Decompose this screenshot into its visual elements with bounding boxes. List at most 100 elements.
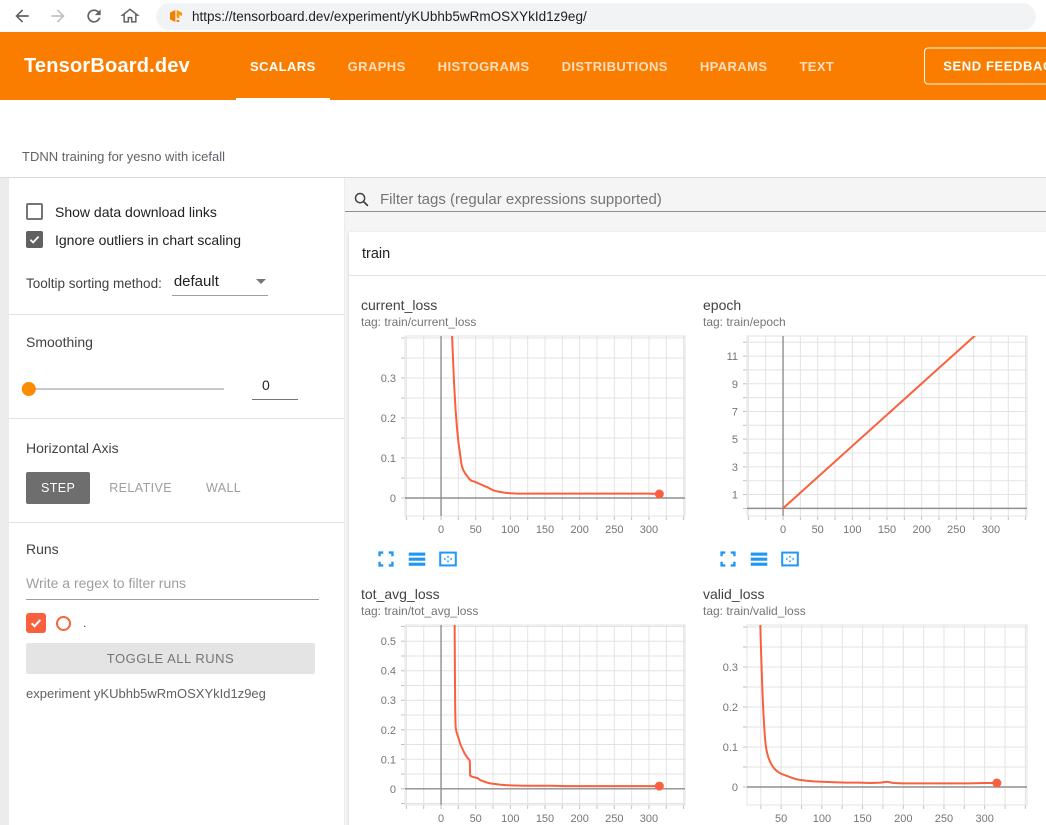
svg-text:0.3: 0.3 <box>723 662 738 674</box>
svg-text:0.2: 0.2 <box>381 725 396 737</box>
chart-tag: tag: train/valid_loss <box>703 604 1045 618</box>
tooltip-sorting-select[interactable]: default <box>172 271 268 296</box>
data-series-icon[interactable] <box>406 548 428 570</box>
svg-text:11: 11 <box>727 351 738 363</box>
svg-text:300: 300 <box>982 524 1000 536</box>
tab-hparams[interactable]: HPARAMS <box>684 32 784 100</box>
experiment-id-caption: experiment yKUbhb5wRmOSXYkId1z9eg <box>26 686 322 701</box>
divider <box>0 522 344 523</box>
back-icon[interactable] <box>12 6 32 26</box>
tab-distributions[interactable]: DISTRIBUTIONS <box>546 32 684 100</box>
chart-title: current_loss <box>361 297 703 313</box>
data-series-icon[interactable] <box>748 548 770 570</box>
runs-regex-input[interactable] <box>26 571 319 600</box>
svg-text:200: 200 <box>894 813 912 825</box>
checkbox-checked-icon[interactable] <box>26 231 43 248</box>
sidebar-scrollbar[interactable] <box>0 178 9 825</box>
experiment-title: TDNN training for yesno with icefall <box>22 149 225 164</box>
svg-text:300: 300 <box>640 524 658 536</box>
chart-tag: tag: train/tot_avg_loss <box>361 604 703 618</box>
svg-text:50: 50 <box>470 524 482 536</box>
svg-text:0: 0 <box>780 524 786 536</box>
svg-text:0.5: 0.5 <box>381 636 396 648</box>
address-bar[interactable]: https://tensorboard.dev/experiment/yKUbh… <box>156 3 1036 30</box>
run-color-ring-icon[interactable] <box>56 616 71 631</box>
svg-text:5: 5 <box>732 434 738 446</box>
top-nav: SCALARS GRAPHS HISTOGRAMS DISTRIBUTIONS … <box>234 32 850 100</box>
horizontal-axis-buttons: STEP RELATIVE WALL <box>26 472 322 504</box>
step-button[interactable]: STEP <box>26 472 90 504</box>
fullscreen-icon[interactable] <box>717 548 739 570</box>
tab-histograms[interactable]: HISTOGRAMS <box>422 32 546 100</box>
ignore-outliers-checkbox-row[interactable]: Ignore outliers in chart scaling <box>26 231 322 248</box>
svg-text:0.1: 0.1 <box>381 453 396 465</box>
slider-thumb[interactable] <box>22 382 36 396</box>
divider <box>0 418 344 419</box>
svg-text:0.3: 0.3 <box>381 695 396 707</box>
svg-text:9: 9 <box>732 379 738 391</box>
run-name: . <box>83 616 86 630</box>
checkbox-label: Ignore outliers in chart scaling <box>55 232 241 248</box>
search-icon <box>353 191 370 208</box>
chart-card-valid-loss: valid_loss tag: train/valid_loss 5010015… <box>703 586 1045 825</box>
tab-scalars[interactable]: SCALARS <box>234 32 332 100</box>
smoothing-label: Smoothing <box>26 334 322 350</box>
fullscreen-icon[interactable] <box>375 548 397 570</box>
svg-text:0.2: 0.2 <box>381 413 396 425</box>
tab-text[interactable]: TEXT <box>783 32 850 100</box>
fit-domain-icon[interactable] <box>437 548 459 570</box>
svg-text:3: 3 <box>732 462 738 474</box>
svg-text:250: 250 <box>947 524 965 536</box>
wall-button[interactable]: WALL <box>191 472 256 504</box>
svg-text:200: 200 <box>570 524 588 536</box>
runs-label: Runs <box>26 541 322 557</box>
smoothing-slider-row: 0 <box>26 377 322 400</box>
fit-domain-icon[interactable] <box>779 548 801 570</box>
show-download-links-checkbox-row[interactable]: Show data download links <box>26 203 322 220</box>
relative-button[interactable]: RELATIVE <box>94 472 187 504</box>
smoothing-slider[interactable] <box>26 388 224 390</box>
svg-text:250: 250 <box>605 813 623 825</box>
forward-icon[interactable] <box>48 6 68 26</box>
tooltip-sorting-label: Tooltip sorting method: <box>26 276 162 291</box>
chart-tag: tag: train/epoch <box>703 315 1045 329</box>
send-feedback-button[interactable]: SEND FEEDBACK <box>924 48 1046 85</box>
tag-group-card: train current_loss tag: train/current_lo… <box>349 232 1046 825</box>
run-checkbox-checked-icon[interactable] <box>26 613 46 633</box>
svg-text:0: 0 <box>390 784 396 796</box>
app-brand: TensorBoard.dev <box>24 55 190 78</box>
url-text: https://tensorboard.dev/experiment/yKUbh… <box>192 9 587 24</box>
svg-text:0.1: 0.1 <box>723 742 738 754</box>
chart-actions <box>703 548 1045 570</box>
home-icon[interactable] <box>120 6 140 26</box>
svg-text:50: 50 <box>775 813 787 825</box>
svg-text:0.2: 0.2 <box>723 702 738 714</box>
smoothing-value[interactable]: 0 <box>252 377 298 400</box>
svg-text:0: 0 <box>438 813 444 825</box>
chart-actions <box>361 548 703 570</box>
tag-filter-input[interactable] <box>380 191 1046 208</box>
line-chart[interactable]: 0501001502002503001357911 <box>703 332 1045 543</box>
reload-icon[interactable] <box>84 6 104 26</box>
chart-title: valid_loss <box>703 586 1045 602</box>
tag-group-title[interactable]: train <box>349 232 1046 276</box>
line-chart[interactable]: 5010015020025030000.10.20.3 <box>703 621 1045 825</box>
browser-toolbar: https://tensorboard.dev/experiment/yKUbh… <box>0 0 1046 32</box>
chart-card-epoch: epoch tag: train/epoch 05010015020025030… <box>703 297 1045 570</box>
svg-text:250: 250 <box>935 813 953 825</box>
line-chart[interactable]: 05010015020025030000.10.20.3 <box>361 332 703 543</box>
tab-graphs[interactable]: GRAPHS <box>332 32 422 100</box>
chart-tag: tag: train/current_loss <box>361 315 703 329</box>
checkbox-unchecked-icon[interactable] <box>26 203 43 220</box>
check-icon <box>29 616 43 630</box>
chart-card-current-loss: current_loss tag: train/current_loss 0 50… <box>361 297 703 570</box>
experiment-strip: TDNN training for yesno with icefall <box>0 100 1046 178</box>
toggle-all-runs-button[interactable]: TOGGLE ALL RUNS <box>26 643 315 674</box>
svg-text:0: 0 <box>390 493 396 505</box>
line-chart[interactable]: 05010015020025030000.10.20.30.40.5 <box>361 621 703 825</box>
chart-card-tot-avg-loss: tot_avg_loss tag: train/tot_avg_loss 050… <box>361 586 703 825</box>
tensorboard-favicon <box>168 8 184 24</box>
selected-option: default <box>174 273 219 290</box>
check-icon <box>28 233 41 246</box>
svg-text:0.1: 0.1 <box>381 754 396 766</box>
